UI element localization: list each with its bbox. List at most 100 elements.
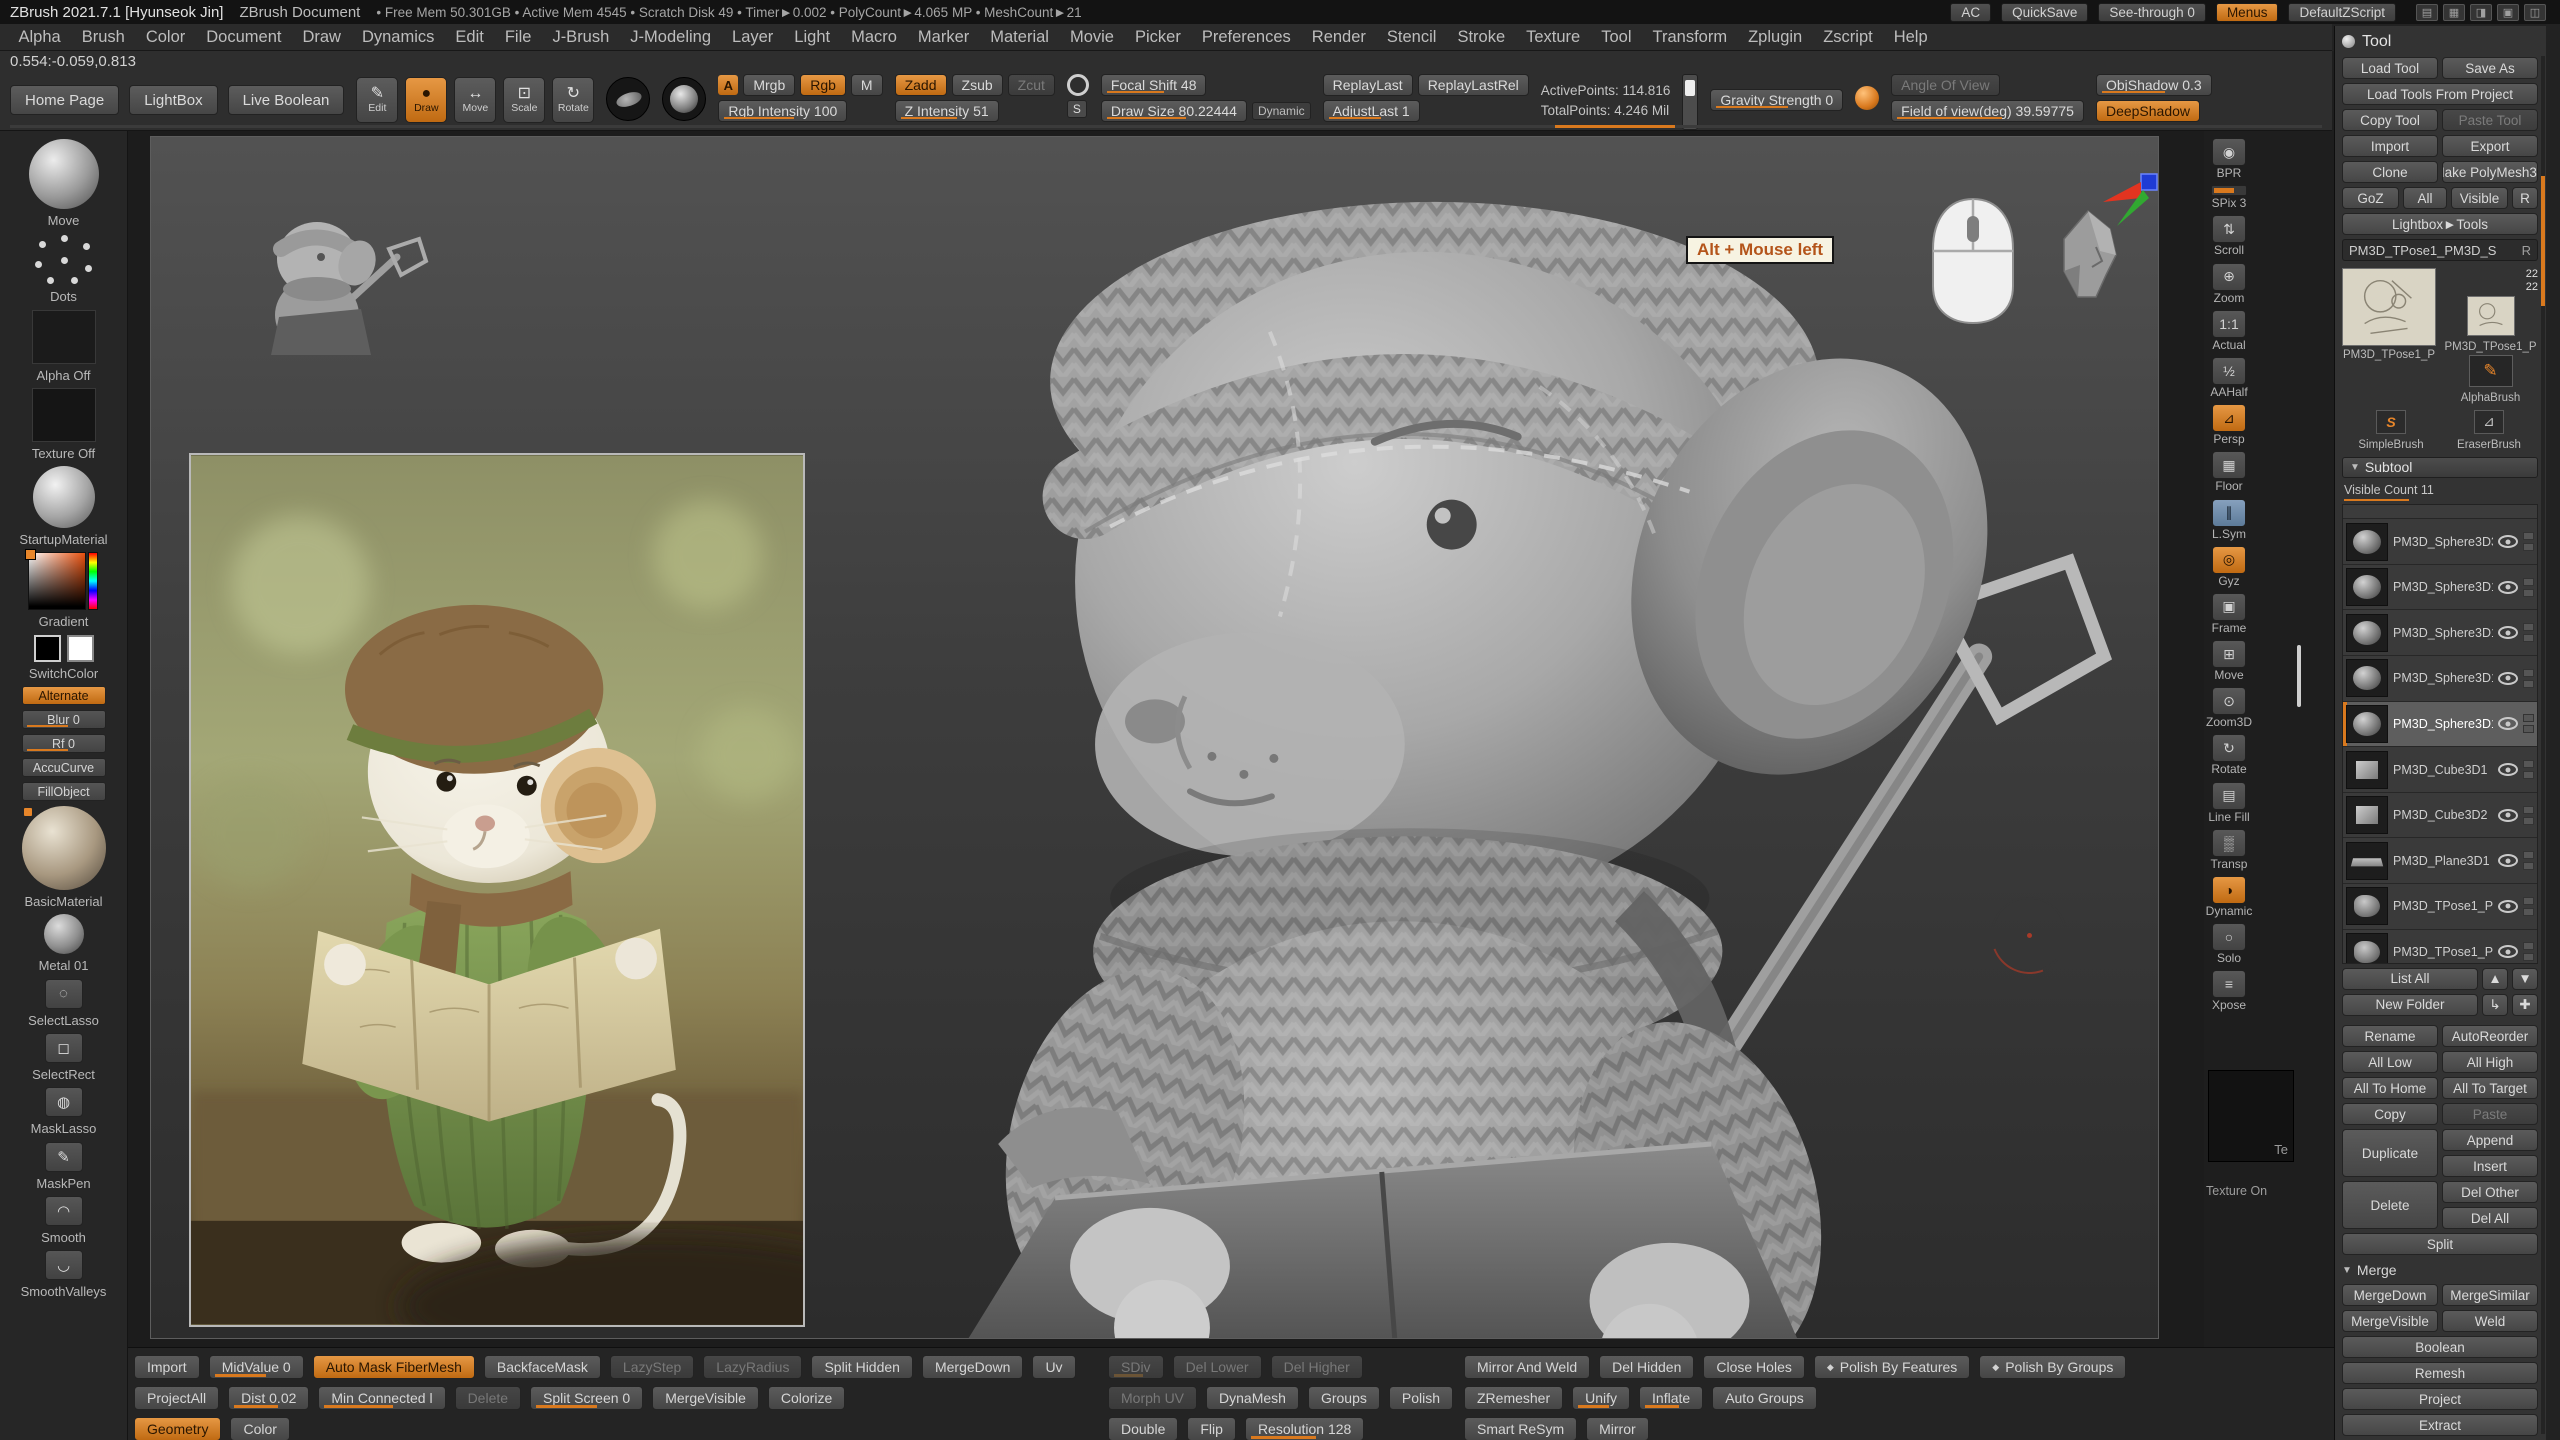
menu-item[interactable]: J-Brush [542,25,620,50]
tray-tab[interactable]: Geometry [134,1417,221,1440]
menu-item[interactable]: Render [1301,25,1376,50]
fillobject-button[interactable]: FillObject [22,782,106,801]
folder-move-icon[interactable]: ↳ [2482,994,2508,1016]
tray-button[interactable]: ZRemesher [1464,1386,1563,1410]
menu-item[interactable]: Stroke [1447,25,1516,50]
titlebar-button[interactable]: QuickSave [2001,3,2088,22]
visible-count-slider[interactable]: Visible Count 11 [2344,483,2536,501]
del-other-button[interactable]: Del Other [2442,1181,2538,1203]
menu-item[interactable]: Tool [1591,25,1642,50]
menu-item[interactable]: Document [196,25,292,50]
extract-section-button[interactable]: Extract [2342,1414,2538,1436]
tray-button[interactable]: Mirror [1586,1417,1649,1440]
move-subtool-down-icon[interactable]: ▼ [2512,968,2538,990]
tray-button[interactable]: Unify [1572,1386,1630,1410]
tray-button[interactable]: Split Hidden [811,1355,913,1379]
stroke-s-icon[interactable]: S [1067,100,1087,118]
tray-button[interactable]: Inflate [1639,1386,1703,1410]
rename-button[interactable]: Rename [2342,1025,2438,1047]
reference-image[interactable] [189,453,805,1327]
replay-last-rel-button[interactable]: ReplayLastRel [1418,74,1529,96]
menu-item[interactable]: Layer [722,25,784,50]
paste-subtool-button[interactable]: Paste [2442,1103,2538,1125]
vertical-slider[interactable] [1682,74,1698,130]
visibility-eye-icon[interactable] [2498,854,2518,867]
draw-size-slider[interactable]: Draw Size 80.22444 [1101,100,1247,122]
window-control-icon[interactable]: ◨ [2470,4,2492,21]
tray-button[interactable]: Del Hidden [1599,1355,1694,1379]
saturation-value-box[interactable] [28,552,86,610]
angle-of-view-button[interactable]: Angle Of View [1891,74,1999,96]
right-shelf-button[interactable]: ⇅ Scroll [2212,215,2246,257]
focal-shift-slider[interactable]: Focal Shift 48 [1101,74,1207,96]
make-polymesh3d-button[interactable]: Make PolyMesh3D [2442,161,2538,183]
accucurve-button[interactable]: AccuCurve [22,758,106,777]
tray-button[interactable]: Del Lower [1173,1355,1262,1379]
tray-button[interactable]: MidValue 0 [209,1355,304,1379]
rf-slider[interactable]: Rf 0 [22,734,106,753]
mode-button[interactable]: ● Draw [405,77,447,123]
tray-button[interactable]: Morph UV [1108,1386,1197,1410]
export-button[interactable]: Export [2442,135,2538,157]
rgb-intensity-slider[interactable]: Rgb Intensity 100 [718,100,847,122]
subtool-row[interactable]: PM3D_Plane3D1 [2343,838,2537,884]
tray-button[interactable]: Split Screen 0 [530,1386,643,1410]
shelf-scroll-track[interactable] [10,125,2322,128]
subtool-row[interactable]: PM3D_Sphere3D1_8 [2343,610,2537,656]
subtool-row[interactable]: PM3D_TPose1_PM3D_Sphere3 [2343,930,2537,964]
menu-item[interactable]: J-Modeling [620,25,722,50]
visibility-eye-icon[interactable] [2498,626,2518,639]
subtool-section-header[interactable]: ▼ Subtool [2342,457,2538,479]
hue-strip[interactable] [88,552,98,610]
visibility-eye-icon[interactable] [2498,763,2518,776]
visibility-eye-icon[interactable] [2498,672,2518,685]
subtool-row[interactable]: PM3D_TPose1_PM3D_Sphere3 [2343,884,2537,930]
right-shelf-button[interactable]: ▒ Transp [2211,829,2248,871]
window-control-icon[interactable]: ▤ [2416,4,2438,21]
menu-item[interactable]: Edit [445,25,494,50]
tray-button[interactable]: Delete [455,1386,521,1410]
color-picker[interactable] [28,552,100,610]
tray-button[interactable]: Resolution 128 [1245,1417,1364,1440]
right-shelf-button[interactable]: 1:1 Actual [2212,310,2246,352]
tray-button[interactable]: ProjectAll [134,1386,219,1410]
alpha-selector[interactable] [32,310,96,364]
replay-last-button[interactable]: ReplayLast [1323,74,1413,96]
right-shelf-button[interactable]: ◑ Dynamic [2206,876,2253,918]
import-button[interactable]: Import [2342,135,2438,157]
autoreorder-button[interactable]: AutoReorder [2442,1025,2538,1047]
tray-button[interactable]: MergeVisible [652,1386,759,1410]
right-shelf-button[interactable]: ↻ Rotate [2211,734,2246,776]
copy-tool-button[interactable]: Copy Tool [2342,109,2438,131]
menu-item[interactable]: Help [1883,25,1938,50]
right-shelf-button[interactable]: ▣ Frame [2212,593,2247,635]
basic-material-preview[interactable] [22,806,106,890]
visibility-eye-icon[interactable] [2498,535,2518,548]
tray-button[interactable]: LazyStep [610,1355,694,1379]
all-to-home-button[interactable]: All To Home [2342,1077,2438,1099]
menu-item[interactable]: File [494,25,542,50]
menu-item[interactable]: Transform [1642,25,1738,50]
goz-button[interactable]: GoZ [2342,187,2399,209]
goz-r-button[interactable]: R [2512,187,2538,209]
tray-button[interactable]: MergeDown [922,1355,1023,1379]
menu-item[interactable]: Texture [1516,25,1591,50]
menu-item[interactable]: Movie [1059,25,1124,50]
smooth-valleys-icon[interactable]: ◡ [45,1250,83,1280]
menu-item[interactable]: Macro [841,25,908,50]
right-shelf-button[interactable]: ▤ Line Fill [2208,782,2249,824]
obj-shadow-slider[interactable]: ObjShadow 0.3 [2096,74,2212,96]
tray-button[interactable]: Close Holes [1703,1355,1804,1379]
mergevisible-button[interactable]: MergeVisible [2342,1310,2438,1332]
menu-item[interactable]: Zscript [1813,25,1884,50]
tray-button[interactable]: Polish By Features [1814,1355,1970,1379]
texture-selector[interactable] [32,388,96,442]
menu-item[interactable]: Draw [292,25,352,50]
current-tool-preview[interactable] [29,139,99,209]
titlebar-button[interactable]: See-through 0 [2098,3,2206,22]
stroke-preview[interactable] [606,77,650,121]
z-intensity-slider[interactable]: Z Intensity 51 [895,100,999,122]
menu-item[interactable]: Color [135,25,195,50]
alphabrush-thumbnail[interactable]: ✎ [2469,355,2513,387]
visibility-eye-icon[interactable] [2498,717,2518,730]
